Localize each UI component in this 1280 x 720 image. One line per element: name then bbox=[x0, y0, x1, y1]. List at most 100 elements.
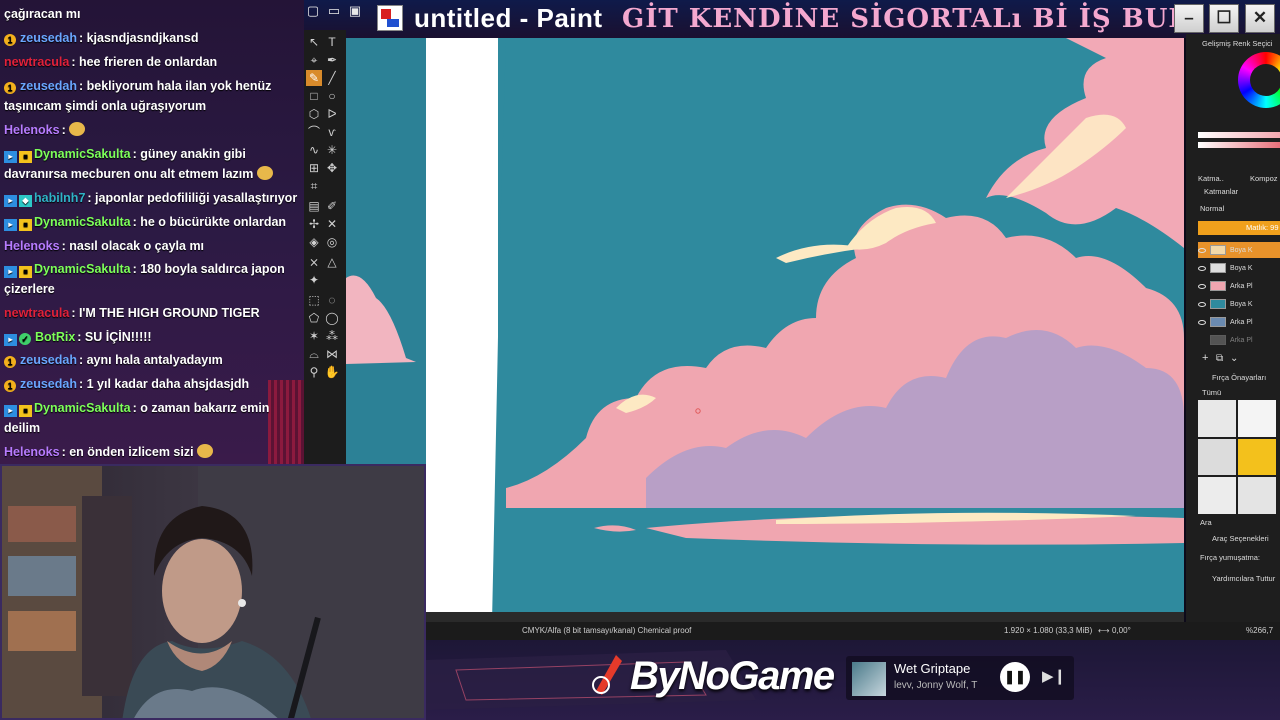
eye-icon[interactable] bbox=[1198, 283, 1206, 289]
chat-username[interactable]: zeusedah bbox=[20, 31, 77, 45]
zoom-level[interactable]: %266,7 bbox=[1246, 622, 1273, 640]
eye-icon[interactable] bbox=[1198, 247, 1206, 253]
chat-username[interactable]: newtracula bbox=[4, 306, 69, 320]
chat-text: : japonlar pedofililiği yasallaştırıyor bbox=[87, 191, 298, 205]
color-picker-icon[interactable]: ✐ bbox=[324, 198, 340, 214]
chat-username[interactable]: zeusedah bbox=[20, 377, 77, 391]
rectangle-tool-icon[interactable]: □ bbox=[306, 88, 322, 104]
new-file-icon[interactable]: ▢ bbox=[304, 2, 322, 20]
chat-message: ▸ ■ DynamicSakulta: güney anakin gibi davr… bbox=[4, 144, 302, 184]
minimize-button[interactable]: – bbox=[1174, 4, 1204, 33]
chat-username[interactable]: Helenoks bbox=[4, 239, 60, 253]
reference-tool-icon[interactable]: ✦ bbox=[306, 272, 322, 288]
brush-filter-select[interactable]: Tümü bbox=[1202, 388, 1221, 397]
assistant-tool-icon[interactable]: ⨯ bbox=[306, 254, 322, 270]
brush-preset-icon[interactable] bbox=[1198, 400, 1236, 437]
layer-row[interactable]: Arka Pl bbox=[1198, 314, 1280, 330]
measure-tool-icon[interactable]: △ bbox=[324, 254, 340, 270]
opacity-slider[interactable]: Matlık: 99 bbox=[1198, 221, 1280, 235]
chat-username[interactable]: DynamicSakulta bbox=[34, 215, 131, 229]
chat-username[interactable]: DynamicSakulta bbox=[34, 262, 131, 276]
polyline-tool-icon[interactable]: ᐅ bbox=[324, 106, 340, 122]
freehand-path-icon[interactable]: ⱱ bbox=[324, 124, 340, 140]
layer-row[interactable]: Boya K bbox=[1198, 260, 1280, 276]
canvas-border-white bbox=[426, 38, 498, 622]
gradient-tool-icon[interactable]: ▤ bbox=[306, 198, 322, 214]
chevron-down-icon[interactable]: ⌄ bbox=[1230, 353, 1238, 364]
brush-preset-icon[interactable] bbox=[1198, 477, 1236, 514]
layer-row[interactable]: Arka Pl bbox=[1198, 332, 1280, 348]
contiguous-select-icon[interactable]: ✶ bbox=[306, 328, 322, 344]
next-track-button[interactable]: ▶❙ bbox=[1042, 667, 1066, 685]
brush-preset-icon[interactable] bbox=[1238, 438, 1276, 476]
chat-username[interactable]: zeusedah bbox=[20, 79, 77, 93]
pattern-fill-icon[interactable]: ◎ bbox=[324, 234, 340, 250]
ellipse-select-icon[interactable]: ◌ bbox=[324, 292, 340, 308]
colorize-icon[interactable]: ✕ bbox=[324, 216, 340, 232]
bezier-tool-icon[interactable]: ⌒ bbox=[306, 124, 322, 140]
add-layer-icon[interactable]: + bbox=[1202, 352, 1208, 364]
layer-thumbnail bbox=[1210, 263, 1226, 273]
polygon-select-icon[interactable]: ⬠ bbox=[306, 310, 322, 326]
rect-select-icon[interactable]: ⬚ bbox=[306, 292, 322, 308]
brush-preset-icon[interactable] bbox=[1238, 400, 1276, 437]
tab-layers[interactable]: Katma.. bbox=[1198, 174, 1224, 183]
freehand-select-icon[interactable]: ◯ bbox=[324, 310, 340, 326]
chat-username[interactable]: DynamicSakulta bbox=[34, 147, 131, 161]
chat-username[interactable]: habilnh7 bbox=[34, 191, 85, 205]
eye-icon[interactable] bbox=[1198, 265, 1206, 271]
pause-button[interactable]: ❚❚ bbox=[1000, 662, 1030, 692]
close-button[interactable]: ✕ bbox=[1245, 4, 1275, 33]
line-tool-icon[interactable]: ╱ bbox=[324, 70, 340, 86]
layer-name: Arka Pl bbox=[1230, 318, 1253, 326]
polygon-tool-icon[interactable]: ⬡ bbox=[306, 106, 322, 122]
magnetic-select-icon[interactable]: ⋈ bbox=[324, 346, 340, 362]
pan-tool-icon[interactable]: ✋ bbox=[324, 364, 340, 380]
snap-assistants-checkbox[interactable]: Yardımcılara Tuttur bbox=[1212, 574, 1275, 583]
brush-preset-icon[interactable] bbox=[1198, 438, 1236, 476]
brush-preset-icon[interactable] bbox=[1238, 477, 1276, 514]
move-tool-icon[interactable]: ✥ bbox=[324, 160, 340, 176]
zoom-tool-icon[interactable]: ⚲ bbox=[306, 364, 322, 380]
chat-username[interactable]: zeusedah bbox=[20, 353, 77, 367]
drawing-canvas[interactable] bbox=[346, 38, 1184, 622]
prime-badge-icon: ▸ bbox=[4, 219, 17, 231]
tab-compositions[interactable]: Kompoz bbox=[1250, 174, 1278, 183]
brush-search-field[interactable]: Ara bbox=[1200, 518, 1212, 527]
text-tool-icon[interactable]: T bbox=[324, 34, 340, 50]
multibrush-icon[interactable]: ✳ bbox=[324, 142, 340, 158]
calligraphy-icon[interactable]: ✒ bbox=[324, 52, 340, 68]
save-icon[interactable]: ▣ bbox=[346, 2, 364, 20]
similar-select-icon[interactable]: ⁂ bbox=[324, 328, 340, 344]
maximize-button[interactable]: ☐ bbox=[1209, 4, 1239, 33]
brush-tool-icon[interactable]: ✎ bbox=[306, 70, 322, 86]
transform-tool-icon[interactable]: ⊞ bbox=[306, 160, 322, 176]
layer-row[interactable]: Boya K bbox=[1198, 242, 1280, 258]
horizontal-scrollbar[interactable] bbox=[426, 612, 1184, 622]
open-folder-icon[interactable]: ▭ bbox=[325, 2, 343, 20]
fill-tool-icon[interactable]: ◈ bbox=[306, 234, 322, 250]
eye-icon[interactable] bbox=[1198, 301, 1206, 307]
select-arrow-icon[interactable]: ↖ bbox=[306, 34, 322, 50]
chat-username[interactable]: newtracula bbox=[4, 55, 69, 69]
color-wheel[interactable] bbox=[1238, 52, 1280, 108]
ellipse-tool-icon[interactable]: ○ bbox=[324, 88, 340, 104]
edit-shape-icon[interactable]: ⌖ bbox=[306, 52, 322, 68]
eye-icon[interactable] bbox=[1198, 338, 1206, 343]
layer-row[interactable]: Boya K bbox=[1198, 296, 1280, 312]
crop-tool-icon[interactable]: ⌗ bbox=[306, 178, 322, 194]
duplicate-layer-icon[interactable]: ⧉ bbox=[1216, 353, 1223, 364]
chat-username[interactable]: BotRix bbox=[35, 330, 75, 344]
color-slider[interactable] bbox=[1198, 132, 1280, 138]
dynamic-brush-icon[interactable]: ∿ bbox=[306, 142, 322, 158]
smart-patch-icon[interactable]: ✢ bbox=[306, 216, 322, 232]
color-slider-2[interactable] bbox=[1198, 142, 1280, 148]
blend-mode-select[interactable]: Normal bbox=[1200, 204, 1224, 213]
chat-username[interactable]: DynamicSakulta bbox=[34, 401, 131, 415]
opacity-value: Matlık: 99 bbox=[1246, 223, 1279, 232]
chat-username[interactable]: Helenoks bbox=[4, 445, 60, 459]
bezier-select-icon[interactable]: ⌓ bbox=[306, 346, 322, 362]
chat-username[interactable]: Helenoks bbox=[4, 123, 60, 137]
eye-icon[interactable] bbox=[1198, 319, 1206, 325]
layer-row[interactable]: Arka Pl bbox=[1198, 278, 1280, 294]
